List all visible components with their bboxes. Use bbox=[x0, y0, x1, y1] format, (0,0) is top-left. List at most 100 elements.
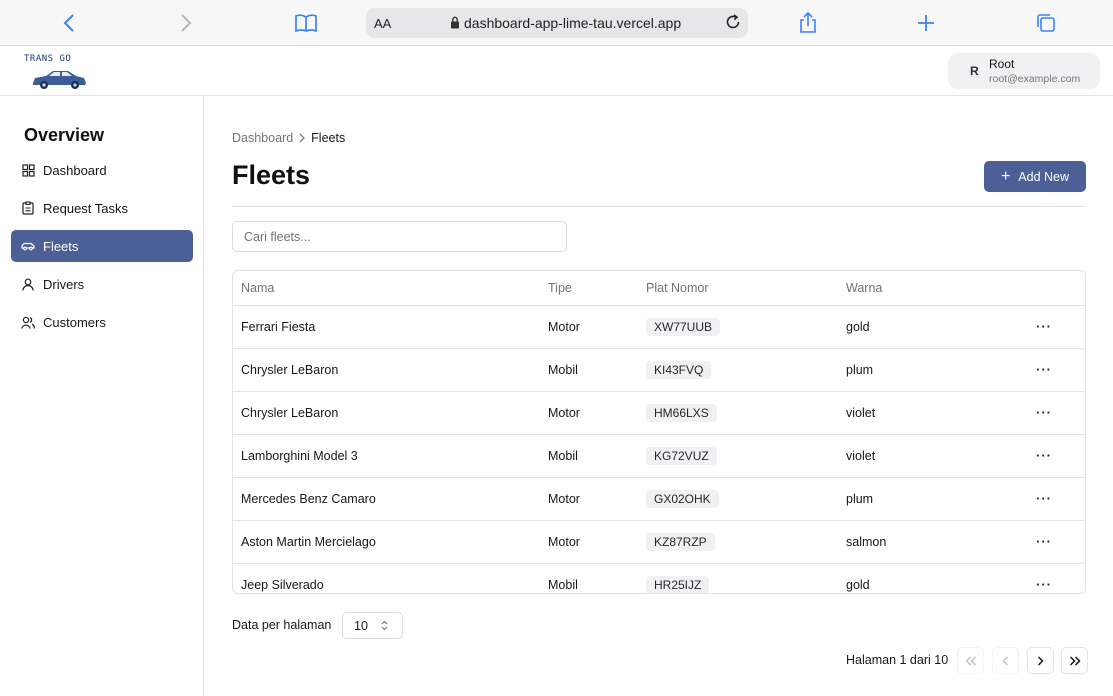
car-icon bbox=[21, 239, 35, 253]
cell-warna: gold bbox=[846, 305, 1036, 349]
main-content: Dashboard Fleets Fleets + Add New Nama T… bbox=[205, 96, 1113, 696]
plate-badge: HR25IJZ bbox=[646, 575, 710, 593]
cell-tipe: Motor bbox=[548, 520, 646, 564]
chevrons-left-icon bbox=[965, 656, 976, 665]
app-header: TRANS GO R Root root@example.com bbox=[0, 47, 1113, 96]
plate-badge: XW77UUB bbox=[646, 317, 721, 336]
back-icon[interactable] bbox=[55, 9, 83, 37]
table-row[interactable]: Chrysler LeBaron Mobil KI43FVQ plum ··· bbox=[233, 348, 1085, 392]
more-actions-icon[interactable]: ··· bbox=[1036, 448, 1052, 463]
page-info: Halaman 1 dari 10 bbox=[846, 653, 949, 667]
chevron-right-icon bbox=[1037, 655, 1044, 666]
table-row[interactable]: Lamborghini Model 3 Mobil KG72VUZ violet… bbox=[233, 434, 1085, 478]
previous-page-button[interactable] bbox=[992, 647, 1019, 674]
more-actions-icon[interactable]: ··· bbox=[1036, 405, 1052, 420]
next-page-button[interactable] bbox=[1027, 647, 1054, 674]
more-actions-icon[interactable]: ··· bbox=[1036, 362, 1052, 377]
chevron-up-down-icon bbox=[381, 620, 388, 634]
cell-nama: Aston Martin Mercielago bbox=[233, 520, 548, 564]
logo[interactable]: TRANS GO bbox=[22, 53, 90, 93]
cell-tipe: Motor bbox=[548, 305, 646, 349]
cell-tipe: Motor bbox=[548, 477, 646, 521]
table-row[interactable]: Ferrari Fiesta Motor XW77UUB gold ··· bbox=[233, 305, 1085, 349]
cell-nama: Mercedes Benz Camaro bbox=[233, 477, 548, 521]
search-input[interactable] bbox=[232, 221, 567, 252]
column-header-nama[interactable]: Nama bbox=[233, 271, 548, 306]
user-menu[interactable]: R Root root@example.com bbox=[948, 53, 1100, 89]
breadcrumb-dashboard-link[interactable]: Dashboard bbox=[232, 131, 293, 145]
avatar: R bbox=[970, 64, 979, 78]
sidebar-item-dashboard[interactable]: Dashboard bbox=[11, 154, 193, 186]
add-new-label: Add New bbox=[1018, 169, 1070, 184]
add-new-button[interactable]: + Add New bbox=[984, 161, 1086, 192]
book-icon[interactable] bbox=[292, 9, 320, 37]
first-page-button[interactable] bbox=[957, 647, 984, 674]
sidebar: Overview Dashboard Request Tasks Fleets … bbox=[0, 96, 204, 696]
logo-text: TRANS GO bbox=[24, 54, 72, 64]
page-title: Fleets bbox=[232, 160, 311, 190]
user-name: Root bbox=[989, 57, 1015, 71]
cell-nama: Ferrari Fiesta bbox=[233, 305, 548, 349]
table-row[interactable]: Chrysler LeBaron Motor HM66LXS violet ··… bbox=[233, 391, 1085, 435]
column-header-plat-nomor[interactable]: Plat Nomor bbox=[646, 271, 846, 306]
reader-aa-button[interactable]: AA bbox=[374, 16, 391, 31]
users-icon bbox=[21, 315, 35, 329]
sidebar-title: Overview bbox=[24, 125, 105, 145]
cell-tipe: Mobil bbox=[548, 563, 646, 593]
cell-warna: violet bbox=[846, 434, 1036, 478]
cell-nama: Jeep Silverado bbox=[233, 563, 548, 593]
sidebar-item-customers[interactable]: Customers bbox=[11, 306, 193, 338]
divider bbox=[232, 206, 1086, 207]
sidebar-item-label: Fleets bbox=[43, 238, 79, 254]
cell-warna: salmon bbox=[846, 520, 1036, 564]
cell-nama: Lamborghini Model 3 bbox=[233, 434, 548, 478]
cell-tipe: Mobil bbox=[548, 348, 646, 392]
cell-warna: gold bbox=[846, 563, 1036, 593]
fleets-table: Nama Tipe Plat Nomor Warna Ferrari Fiest… bbox=[232, 270, 1086, 594]
user-icon bbox=[21, 277, 35, 291]
new-tab-icon[interactable] bbox=[912, 9, 940, 37]
table-row[interactable]: Aston Martin Mercielago Motor KZ87RZP sa… bbox=[233, 520, 1085, 564]
more-actions-icon[interactable]: ··· bbox=[1036, 491, 1052, 506]
plate-badge: KI43FVQ bbox=[646, 360, 712, 379]
cell-nama: Chrysler LeBaron bbox=[233, 348, 548, 392]
table-row[interactable]: Mercedes Benz Camaro Motor GX02OHK plum … bbox=[233, 477, 1085, 521]
more-actions-icon[interactable]: ··· bbox=[1036, 577, 1052, 592]
plus-icon: + bbox=[1000, 167, 1011, 185]
per-page-select[interactable]: 10 bbox=[342, 612, 403, 639]
sidebar-item-request-tasks[interactable]: Request Tasks bbox=[11, 192, 193, 224]
sidebar-item-label: Drivers bbox=[43, 276, 85, 292]
share-icon[interactable] bbox=[794, 9, 822, 37]
plate-badge: KG72VUZ bbox=[646, 446, 717, 465]
sidebar-item-label: Customers bbox=[43, 314, 106, 330]
per-page-label: Data per halaman bbox=[232, 618, 332, 632]
chevron-right-icon bbox=[299, 133, 306, 143]
sidebar-item-fleets[interactable]: Fleets bbox=[11, 230, 193, 262]
chevrons-right-icon bbox=[1069, 655, 1081, 666]
tabs-icon[interactable] bbox=[1032, 9, 1060, 37]
clipboard-icon bbox=[21, 201, 35, 215]
more-actions-icon[interactable]: ··· bbox=[1036, 534, 1052, 549]
cell-warna: violet bbox=[846, 391, 1036, 435]
more-actions-icon[interactable]: ··· bbox=[1036, 319, 1052, 334]
lock-icon bbox=[450, 16, 460, 34]
reload-icon[interactable] bbox=[724, 13, 742, 36]
table-row[interactable]: Jeep Silverado Mobil HR25IJZ gold ··· bbox=[233, 563, 1085, 593]
last-page-button[interactable] bbox=[1061, 647, 1088, 674]
grid-icon bbox=[21, 163, 35, 177]
column-header-actions bbox=[1036, 271, 1085, 306]
plate-badge: KZ87RZP bbox=[646, 532, 715, 551]
url-bar[interactable]: AA dashboard-app-lime-tau.vercel.app bbox=[366, 8, 748, 38]
sidebar-item-label: Request Tasks bbox=[43, 200, 129, 216]
forward-icon[interactable] bbox=[172, 9, 200, 37]
cell-tipe: Mobil bbox=[548, 434, 646, 478]
cell-warna: plum bbox=[846, 477, 1036, 521]
user-email: root@example.com bbox=[989, 73, 1081, 85]
column-header-tipe[interactable]: Tipe bbox=[548, 271, 646, 306]
plate-badge: HM66LXS bbox=[646, 403, 717, 422]
car-logo-icon bbox=[33, 71, 86, 89]
sidebar-item-drivers[interactable]: Drivers bbox=[11, 268, 193, 300]
table-header-row: Nama Tipe Plat Nomor Warna bbox=[233, 271, 1085, 306]
per-page-value: 10 bbox=[354, 618, 368, 633]
column-header-warna[interactable]: Warna bbox=[846, 271, 1036, 306]
